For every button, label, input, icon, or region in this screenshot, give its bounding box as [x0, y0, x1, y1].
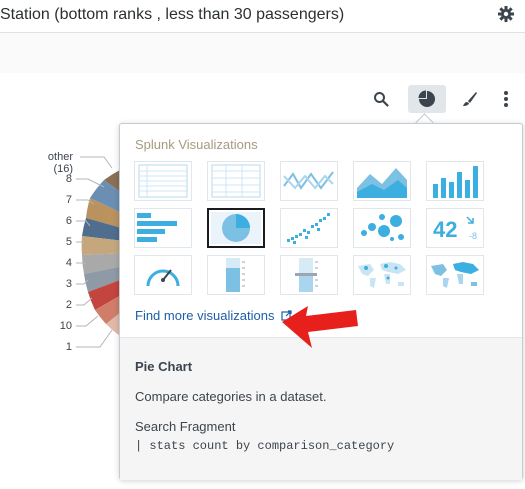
visualization-details: Pie Chart Compare categories in a datase… [120, 337, 522, 480]
more-vertical-icon[interactable] [494, 85, 518, 113]
annotation-arrow-icon [282, 306, 358, 348]
search-icon[interactable] [367, 85, 395, 113]
bar-chart-icon[interactable] [134, 208, 192, 248]
title-bar: Station (bottom ranks , less than 30 pas… [0, 0, 525, 32]
cluster-map-icon[interactable] [353, 255, 411, 295]
legend-label: 7 [65, 194, 72, 206]
legend-label: 2 [65, 299, 72, 311]
filler-gauge-icon[interactable] [207, 255, 265, 295]
legend-label: 1 [65, 341, 72, 353]
search-fragment: | stats count by comparison_category [135, 439, 395, 453]
line-chart-icon[interactable] [280, 161, 338, 201]
single-value-text: 42 [433, 217, 457, 242]
area-chart-icon[interactable] [353, 161, 411, 201]
pie-chart-icon[interactable] [408, 85, 446, 113]
legend-label: 8 [65, 173, 72, 185]
choropleth-map-icon[interactable] [426, 255, 484, 295]
legend-label: 6 [65, 215, 72, 227]
popover-heading: Splunk Visualizations [135, 137, 258, 152]
scatter-chart-icon[interactable] [280, 208, 338, 248]
paintbrush-icon[interactable] [456, 85, 484, 113]
sub-toolbar [0, 32, 525, 74]
column-chart-icon[interactable] [426, 161, 484, 201]
single-value-icon[interactable]: 42 -8 [426, 208, 484, 248]
find-more-label: Find more visualizations [135, 308, 275, 323]
pie-chart-icon[interactable] [207, 208, 265, 248]
statistics-table-icon[interactable] [134, 161, 192, 201]
svg-text:-8: -8 [469, 231, 477, 241]
legend-label: 10 [59, 320, 72, 332]
legend-label: 3 [65, 278, 72, 290]
bubble-chart-icon[interactable] [353, 208, 411, 248]
events-table-icon[interactable] [207, 161, 265, 201]
radial-gauge-icon[interactable] [134, 255, 192, 295]
legend-label: 5 [65, 236, 72, 248]
marker-gauge-icon[interactable] [280, 255, 338, 295]
details-description: Compare categories in a dataset. [135, 389, 327, 404]
details-title: Pie Chart [135, 359, 193, 374]
find-more-visualizations-link[interactable]: Find more visualizations [135, 308, 292, 323]
legend-label: 4 [65, 257, 72, 269]
legend-label: other (16) [47, 151, 73, 175]
gear-icon[interactable] [497, 5, 515, 23]
fragment-label: Search Fragment [135, 419, 236, 434]
panel-title: Station (bottom ranks , less than 30 pas… [0, 6, 345, 23]
